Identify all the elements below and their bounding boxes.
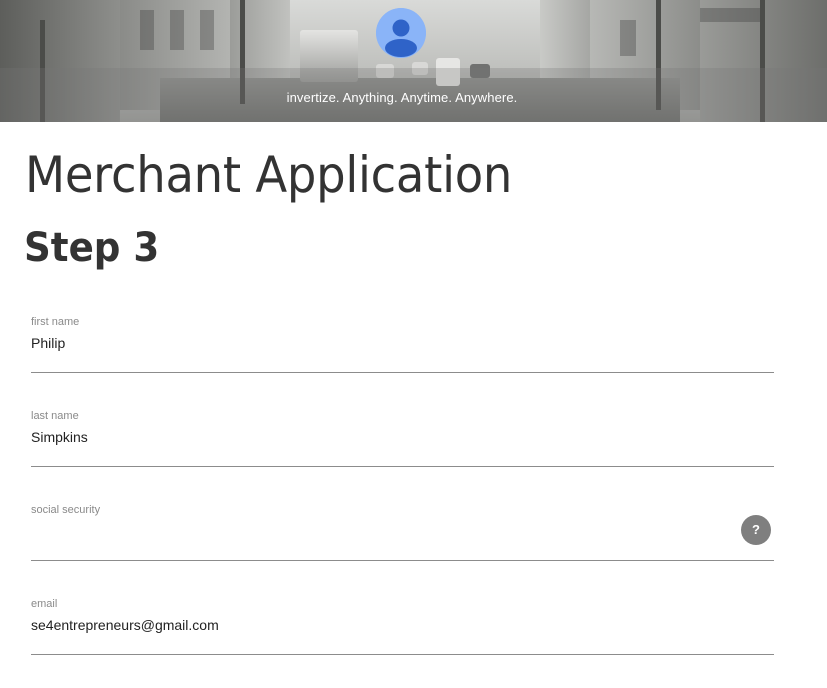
user-avatar-icon[interactable] [376,8,426,58]
page-title: Merchant Application [25,146,513,204]
email-field: email [31,598,774,655]
step-title: Step 3 [24,225,160,271]
first-name-field: first name [31,316,774,373]
email-label: email [31,598,58,610]
social-security-label: social security [31,504,101,516]
first-name-label: first name [31,316,80,328]
first-name-input[interactable] [31,335,711,351]
banner-window [620,20,636,56]
social-security-field: social security ? [31,504,774,561]
last-name-label: last name [31,410,79,422]
last-name-field: last name [31,410,774,467]
person-icon [376,8,426,58]
email-input[interactable] [31,617,711,633]
help-icon[interactable]: ? [741,515,771,545]
last-name-input[interactable] [31,429,711,445]
banner-window [200,10,214,50]
social-security-input[interactable] [31,523,711,539]
header-banner: invertize. Anything. Anytime. Anywhere. [0,0,827,122]
banner-window [140,10,154,50]
banner-window [700,8,760,22]
tagline: invertize. Anything. Anytime. Anywhere. [286,90,518,105]
banner-window [170,10,184,50]
